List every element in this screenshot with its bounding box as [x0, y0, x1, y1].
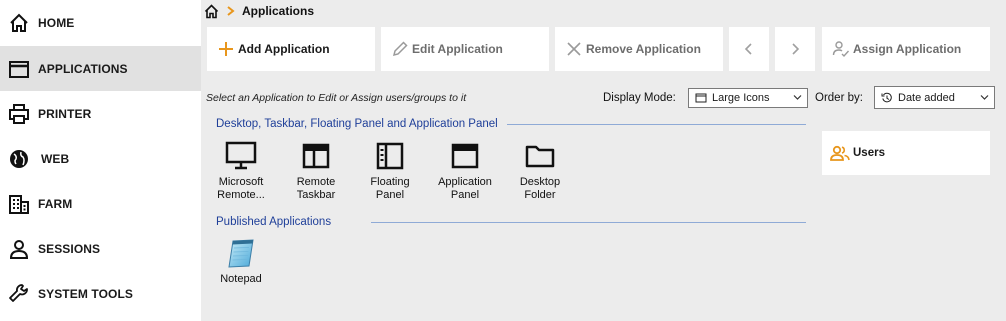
building-icon — [9, 195, 29, 214]
previous-button[interactable] — [729, 27, 769, 71]
window-icon — [695, 93, 707, 103]
notepad-icon — [228, 239, 254, 268]
add-application-button[interactable]: Add Application — [207, 27, 375, 71]
users-icon — [830, 145, 850, 161]
app-tile-label-line2: Folder — [524, 188, 556, 201]
folder-icon — [525, 145, 555, 168]
group-divider — [371, 222, 806, 223]
order-by-value: Date added — [898, 91, 955, 104]
assign-application-button[interactable]: Assign Application — [822, 27, 990, 71]
sidebar-item-system-tools[interactable]: SYSTEM TOOLS — [0, 271, 201, 316]
taskbar-window-icon — [302, 143, 330, 169]
chevron-left-icon — [744, 43, 752, 55]
home-icon[interactable] — [204, 3, 219, 19]
home-icon — [10, 13, 28, 32]
monitor-icon — [225, 141, 257, 170]
sidebar-item-applications[interactable]: APPLICATIONS — [0, 46, 201, 91]
sidebar-item-home[interactable]: HOME — [0, 0, 201, 45]
wrench-icon — [9, 284, 28, 302]
chevron-right-icon — [792, 43, 800, 55]
pencil-icon — [392, 41, 408, 57]
assign-user-icon — [832, 41, 850, 58]
add-application-label: Add Application — [238, 42, 330, 56]
app-tile[interactable]: Floating Panel — [360, 140, 420, 201]
app-tile-label-line2: Panel — [375, 188, 405, 201]
sidebar-item-web[interactable]: WEB — [0, 136, 201, 181]
remove-application-label: Remove Application — [586, 42, 701, 56]
window-icon — [9, 61, 29, 78]
app-tile[interactable]: Desktop Folder — [510, 140, 570, 201]
sidebar-item-label: SYSTEM TOOLS — [38, 286, 133, 301]
sidebar-item-sessions[interactable]: SESSIONS — [0, 226, 201, 271]
printer-icon — [9, 104, 29, 124]
display-mode-label: Display Mode: — [603, 92, 676, 104]
assign-application-label: Assign Application — [853, 42, 962, 56]
app-tile[interactable]: Microsoft Remote... — [211, 140, 271, 201]
group-title-desktop: Desktop, Taskbar, Floating Panel and App… — [216, 118, 498, 130]
order-by-label: Order by: — [815, 92, 863, 104]
sidebar-item-label: APPLICATIONS — [38, 61, 128, 76]
app-tile-label-line1: Microsoft — [218, 176, 264, 188]
breadcrumb: Applications — [204, 3, 314, 19]
app-tile[interactable]: Remote Taskbar — [286, 140, 346, 201]
order-by-select[interactable]: Date added — [874, 86, 995, 109]
app-tile-label-line1: Notepad — [220, 273, 262, 285]
chevron-right-icon — [227, 6, 235, 16]
close-icon — [567, 42, 581, 56]
app-tile-label-line1: Floating — [370, 176, 410, 188]
sidebar-item-label: HOME — [38, 15, 75, 30]
edit-application-label: Edit Application — [412, 42, 503, 56]
app-tile-label-line2: Remote... — [217, 188, 265, 201]
users-panel[interactable]: Users — [822, 131, 990, 175]
sidebar-item-label: PRINTER — [38, 106, 92, 121]
group-divider — [507, 124, 806, 125]
sidebar-item-label: SESSIONS — [38, 241, 101, 256]
sidebar: HOME APPLICATIONS PRINTER WEB FARM SESSI… — [0, 0, 201, 321]
app-tile-label-line1: Application — [438, 176, 492, 188]
app-tile-label-line2: Panel — [450, 188, 480, 201]
main-panel: Applications Add Application Edit Applic… — [201, 0, 1006, 321]
application-panel-icon — [451, 143, 479, 169]
person-icon — [9, 240, 29, 259]
next-button[interactable] — [775, 27, 815, 71]
globe-icon — [10, 150, 28, 168]
floating-panel-icon — [376, 142, 404, 170]
history-icon — [881, 92, 892, 102]
app-tile-label-line1: Desktop — [519, 176, 561, 188]
app-tile-label-line2: Taskbar — [296, 188, 336, 201]
display-mode-value: Large Icons — [712, 92, 770, 104]
remove-application-button[interactable]: Remove Application — [555, 27, 723, 71]
app-tile[interactable]: Application Panel — [435, 140, 495, 201]
chevron-down-icon — [793, 95, 802, 100]
chevron-down-icon — [980, 95, 989, 100]
users-label: Users — [853, 147, 885, 159]
sidebar-item-label: FARM — [38, 196, 73, 211]
hint-text: Select an Application to Edit or Assign … — [206, 92, 467, 104]
sidebar-item-label: WEB — [41, 151, 70, 166]
group-title-published: Published Applications — [216, 216, 332, 228]
edit-application-button[interactable]: Edit Application — [381, 27, 549, 71]
display-mode-select[interactable]: Large Icons — [688, 88, 808, 108]
sidebar-item-printer[interactable]: PRINTER — [0, 91, 201, 136]
plus-icon — [219, 42, 233, 56]
sidebar-item-farm[interactable]: FARM — [0, 181, 201, 226]
app-tile-label-line1: Remote — [296, 176, 336, 188]
app-tile[interactable]: Notepad — [211, 237, 271, 286]
page-title: Applications — [242, 4, 315, 18]
